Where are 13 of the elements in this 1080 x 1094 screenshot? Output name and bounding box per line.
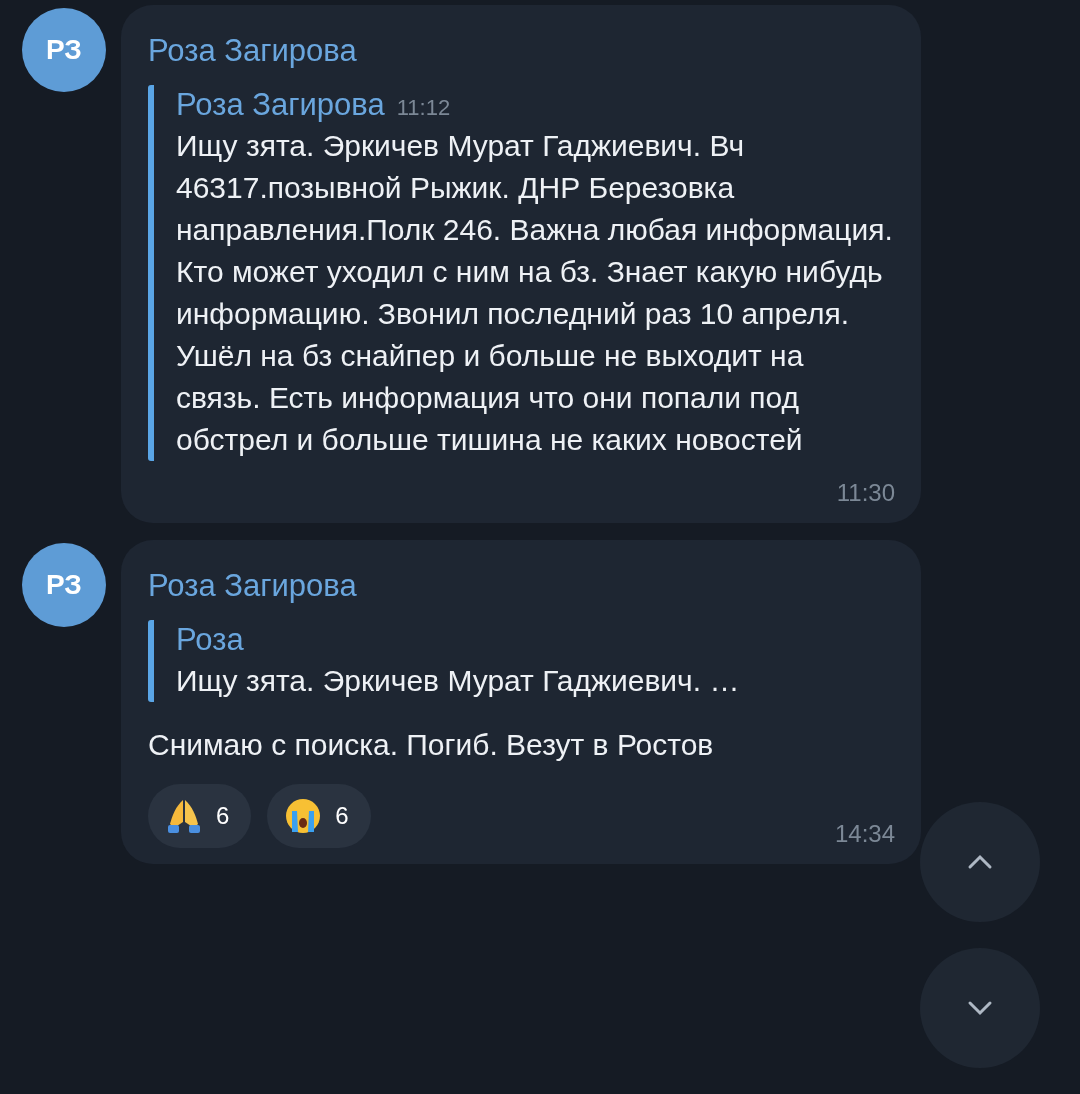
message-text: Снимаю с поиска. Погиб. Везут в Ростов (148, 727, 715, 763)
message-time: 14:34 (834, 820, 895, 848)
quoted-message[interactable]: Роза Ищу зята. Эркичев Мурат Гаджиевич. … (148, 620, 895, 702)
reaction-chip[interactable]: 6 (267, 784, 371, 848)
message-time: 11:30 (836, 479, 895, 507)
quote-text: Ищу зята. Эркичев Мурат Гаджиевич. … (176, 663, 741, 699)
quote-text: Ищу зята. Эркичев Мурат Гаджиевич. Вч 46317.позывной Рыжик. ДНР Березовка направления.Полк 246. Важна любая информация. Кто может уходил с ним на бз. Знает какую нибудь информацию. Звонил последний раз 10 апреля. Ушёл на бз снайпер и больше не выходит на связь. Есть информация что они попали под обстрел и больше тишина не каких новостей (176, 128, 894, 458)
sender-name[interactable]: Роза Загирова (148, 29, 895, 73)
quote-time: 11:12 (396, 95, 451, 121)
quote-sender: Роза (176, 621, 244, 659)
quote-sender: Роза Загирова (176, 86, 385, 124)
sender-name[interactable]: Роза Загирова (148, 564, 895, 608)
reaction-chip[interactable]: 6 (148, 784, 252, 848)
